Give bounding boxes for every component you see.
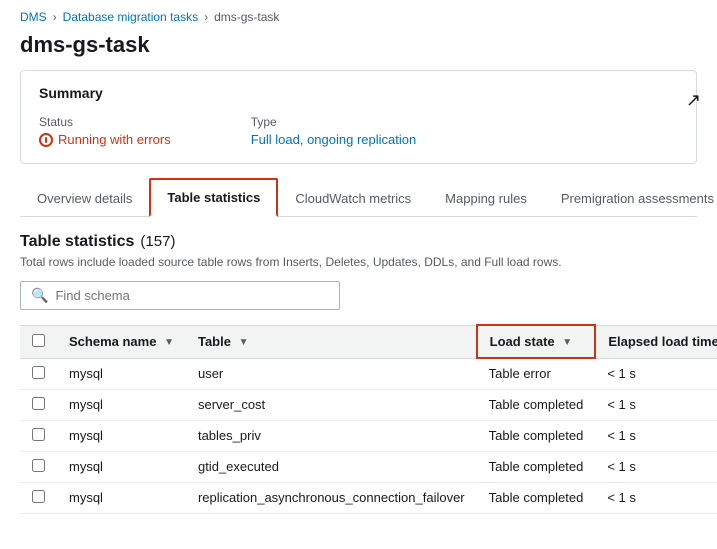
row-table-1: server_cost bbox=[186, 389, 477, 420]
status-value: Running with errors bbox=[39, 132, 171, 147]
schema-sort-icon[interactable]: ▼ bbox=[164, 337, 174, 348]
tab-cloudwatch[interactable]: CloudWatch metrics bbox=[278, 180, 428, 216]
row-checkbox-cell bbox=[20, 389, 57, 420]
type-value: Full load, ongoing replication bbox=[251, 132, 417, 147]
type-field: Type Full load, ongoing replication bbox=[251, 115, 417, 147]
status-text: Running with errors bbox=[58, 132, 171, 147]
breadcrumb-dms[interactable]: DMS bbox=[20, 10, 47, 24]
row-schema-1: mysql bbox=[57, 389, 186, 420]
table-row: mysql user Table error < 1 s bbox=[20, 358, 717, 389]
summary-title: Summary bbox=[39, 85, 678, 101]
loadstate-sort-icon[interactable]: ▼ bbox=[562, 337, 572, 348]
section-title: Table statistics bbox=[20, 233, 134, 251]
elapsed-label: Elapsed load time bbox=[608, 334, 717, 349]
row-elapsed-1: < 1 s bbox=[595, 389, 717, 420]
tabs-bar: Overview details Table statistics CloudW… bbox=[20, 178, 697, 217]
table-row: mysql replication_asynchronous_connectio… bbox=[20, 482, 717, 513]
row-table-0: user bbox=[186, 358, 477, 389]
schema-label: Schema name bbox=[69, 334, 156, 349]
tab-mapping[interactable]: Mapping rules bbox=[428, 180, 544, 216]
search-bar[interactable]: 🔍 bbox=[20, 281, 340, 310]
status-error-icon bbox=[39, 133, 53, 147]
row-loadstate-0: Table error bbox=[477, 358, 596, 389]
row-elapsed-3: < 1 s bbox=[595, 451, 717, 482]
row-loadstate-1: Table completed bbox=[477, 389, 596, 420]
row-checkbox-2[interactable] bbox=[32, 428, 45, 441]
row-schema-4: mysql bbox=[57, 482, 186, 513]
search-icon: 🔍 bbox=[31, 287, 48, 304]
row-checkbox-cell bbox=[20, 482, 57, 513]
table-sort-icon[interactable]: ▼ bbox=[239, 337, 249, 348]
table-row: mysql tables_priv Table completed < 1 s bbox=[20, 420, 717, 451]
search-input[interactable] bbox=[55, 288, 329, 303]
table-body: mysql user Table error < 1 s mysql serve… bbox=[20, 358, 717, 513]
row-checkbox-cell bbox=[20, 451, 57, 482]
row-schema-2: mysql bbox=[57, 420, 186, 451]
table-header-row: Schema name ▼ Table ▼ Load state ▼ Elaps… bbox=[20, 325, 717, 358]
type-label: Type bbox=[251, 115, 417, 129]
breadcrumb: DMS › Database migration tasks › dms-gs-… bbox=[0, 0, 717, 28]
select-all-checkbox[interactable] bbox=[32, 334, 45, 347]
tab-overview[interactable]: Overview details bbox=[20, 180, 149, 216]
row-checkbox-cell bbox=[20, 420, 57, 451]
table-label: Table bbox=[198, 334, 231, 349]
breadcrumb-sep-1: › bbox=[53, 10, 57, 24]
section-count: (157) bbox=[140, 233, 175, 250]
row-table-4: replication_asynchronous_connection_fail… bbox=[186, 482, 477, 513]
header-schema[interactable]: Schema name ▼ bbox=[57, 325, 186, 358]
summary-card: Summary Status Running with errors Type … bbox=[20, 70, 697, 164]
content-area: Table statistics (157) Total rows includ… bbox=[0, 217, 717, 514]
breadcrumb-migration-tasks[interactable]: Database migration tasks bbox=[63, 10, 198, 24]
row-checkbox-1[interactable] bbox=[32, 397, 45, 410]
row-loadstate-3: Table completed bbox=[477, 451, 596, 482]
tab-table-statistics[interactable]: Table statistics bbox=[149, 178, 278, 217]
data-table: Schema name ▼ Table ▼ Load state ▼ Elaps… bbox=[20, 324, 717, 514]
row-schema-3: mysql bbox=[57, 451, 186, 482]
row-schema-0: mysql bbox=[57, 358, 186, 389]
status-field: Status Running with errors bbox=[39, 115, 171, 147]
row-elapsed-2: < 1 s bbox=[595, 420, 717, 451]
table-row: mysql server_cost Table completed < 1 s bbox=[20, 389, 717, 420]
breadcrumb-sep-2: › bbox=[204, 10, 208, 24]
header-checkbox-col bbox=[20, 325, 57, 358]
page-title: dms-gs-task bbox=[0, 28, 717, 70]
header-elapsed[interactable]: Elapsed load time bbox=[595, 325, 717, 358]
row-loadstate-2: Table completed bbox=[477, 420, 596, 451]
breadcrumb-current: dms-gs-task bbox=[214, 10, 279, 24]
status-label: Status bbox=[39, 115, 171, 129]
loadstate-label: Load state bbox=[490, 334, 555, 349]
row-checkbox-0[interactable] bbox=[32, 366, 45, 379]
row-elapsed-4: < 1 s bbox=[595, 482, 717, 513]
row-checkbox-4[interactable] bbox=[32, 490, 45, 503]
row-table-3: gtid_executed bbox=[186, 451, 477, 482]
header-loadstate[interactable]: Load state ▼ bbox=[477, 325, 596, 358]
row-table-2: tables_priv bbox=[186, 420, 477, 451]
tab-premigration[interactable]: Premigration assessments bbox=[544, 180, 717, 216]
header-table[interactable]: Table ▼ bbox=[186, 325, 477, 358]
row-elapsed-0: < 1 s bbox=[595, 358, 717, 389]
table-row: mysql gtid_executed Table completed < 1 … bbox=[20, 451, 717, 482]
row-checkbox-cell bbox=[20, 358, 57, 389]
summary-row: Status Running with errors Type Full loa… bbox=[39, 115, 678, 147]
section-subtitle: Total rows include loaded source table r… bbox=[20, 255, 697, 269]
row-loadstate-4: Table completed bbox=[477, 482, 596, 513]
row-checkbox-3[interactable] bbox=[32, 459, 45, 472]
